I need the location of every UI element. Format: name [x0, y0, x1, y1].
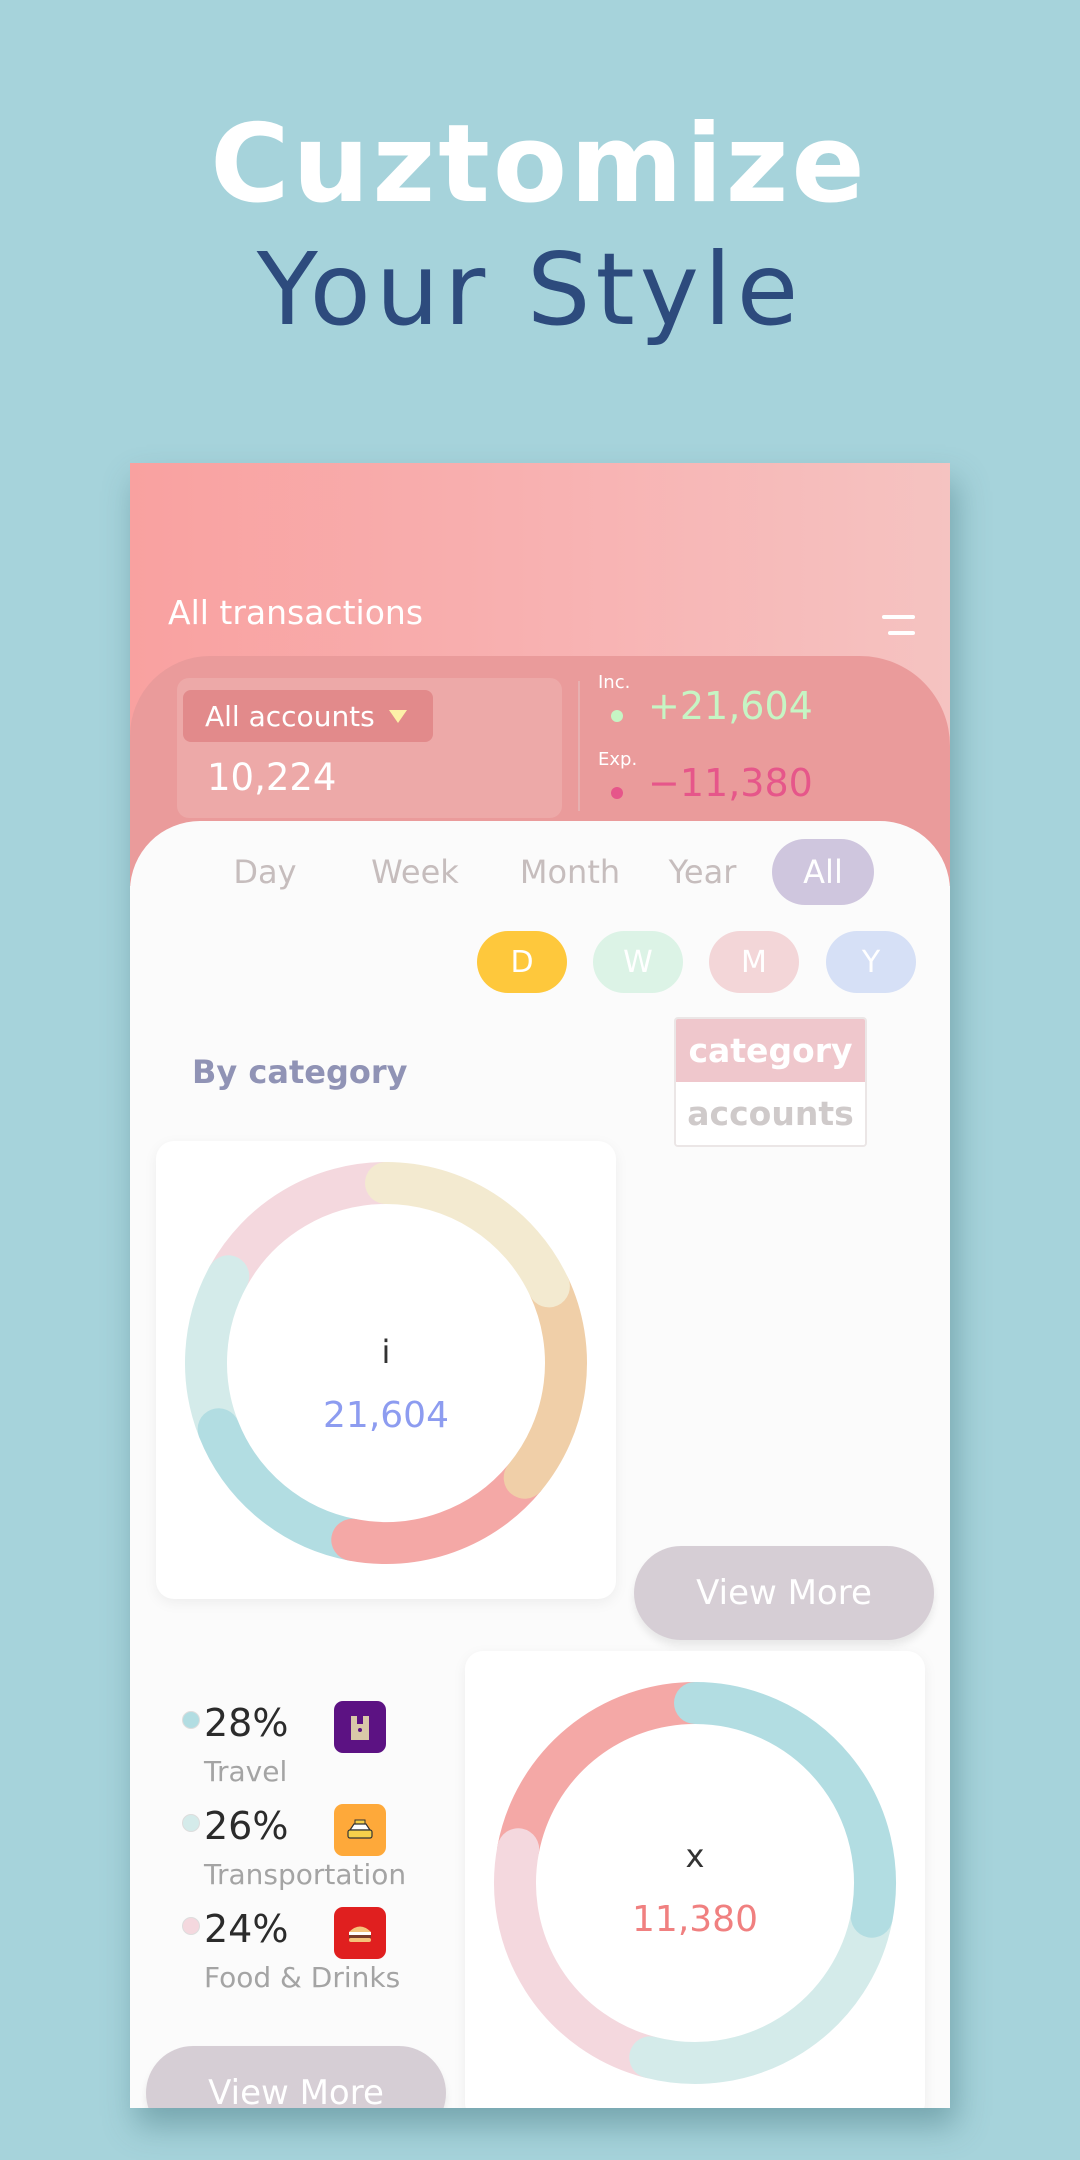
donut-segment-other[interactable] — [497, 1682, 716, 1871]
legend-percent: 28% — [204, 1701, 289, 1745]
income-donut-chart: i 21,604 — [185, 1162, 587, 1564]
legend-percent: 24% — [204, 1907, 289, 1951]
range-tabs: Day Week Month Year All — [190, 839, 910, 909]
account-selector-label: All accounts — [205, 699, 375, 733]
account-balance-box: All accounts 10,224 — [177, 678, 562, 818]
legend-dot-icon — [182, 1917, 200, 1935]
legend-name: Transportation — [204, 1858, 407, 1891]
taxi-icon — [334, 1804, 386, 1856]
promo-heading: Cuztomize Your Style — [0, 100, 1080, 350]
legend-item[interactable]: 26% Transportation — [182, 1804, 482, 1907]
legend-dot-icon — [182, 1814, 200, 1832]
income-label: Inc. — [598, 672, 631, 693]
tab-year[interactable]: Year — [645, 839, 760, 905]
legend-name: Food & Drinks — [204, 1961, 401, 1994]
period-button-m[interactable]: M — [709, 931, 799, 993]
income-dot-icon — [611, 710, 623, 722]
burger-icon — [334, 1907, 386, 1959]
expense-chart-card: x 11,380 — [465, 1651, 925, 2108]
balance-value: 10,224 — [207, 756, 337, 799]
expense-dot-icon — [611, 787, 623, 799]
legend-item[interactable]: 28% Travel — [182, 1701, 482, 1804]
income-summary: Inc. +21,604 — [598, 672, 918, 732]
expense-view-more-button[interactable]: View More — [146, 2046, 446, 2108]
toggle-accounts[interactable]: accounts — [676, 1082, 865, 1145]
donut-segment-salary[interactable] — [365, 1162, 570, 1308]
expense-value: −11,380 — [648, 761, 813, 805]
legend-percent: 26% — [204, 1804, 289, 1848]
tab-all[interactable]: All — [772, 839, 874, 905]
tab-day[interactable]: Day — [190, 839, 340, 905]
app-screen: All transactions All accounts 10,224 Inc… — [130, 463, 950, 2108]
caret-down-icon — [388, 709, 407, 723]
income-total: 21,604 — [323, 1395, 449, 1436]
tab-month[interactable]: Month — [495, 839, 645, 905]
period-buttons: D W M Y — [477, 931, 927, 993]
legend-dot-icon — [182, 1711, 200, 1729]
legend-item[interactable]: 24% Food & Drinks — [182, 1907, 482, 2010]
expense-total: 11,380 — [632, 1899, 758, 1940]
donut-segment-other-1[interactable] — [197, 1408, 374, 1561]
account-selector[interactable]: All accounts — [183, 690, 433, 742]
legend-name: Travel — [204, 1755, 288, 1788]
period-button-d[interactable]: D — [477, 931, 567, 993]
promo-heading-line1: Cuztomize — [210, 102, 868, 227]
page-title: All transactions — [168, 593, 424, 632]
donut-segment-travel[interactable] — [674, 1682, 896, 1938]
tab-week[interactable]: Week — [340, 839, 490, 905]
income-view-more-button[interactable]: View More — [634, 1546, 934, 1640]
income-value: +21,604 — [648, 684, 813, 728]
donut-segment-sales[interactable] — [503, 1265, 587, 1499]
expense-summary: Exp. −11,380 — [598, 749, 918, 809]
donut-segment-interest-money[interactable] — [331, 1456, 546, 1564]
content-card: Day Week Month Year All D W M Y By categ… — [130, 821, 950, 2108]
view-toggle: category accounts — [674, 1017, 867, 1147]
expense-center-symbol: x — [686, 1837, 705, 1875]
landmark-icon — [334, 1701, 386, 1753]
donut-segment-food-drinks[interactable] — [494, 1828, 672, 2079]
donut-segment-other-2[interactable] — [185, 1255, 250, 1451]
period-button-y[interactable]: Y — [826, 931, 916, 993]
section-title: By category — [192, 1053, 408, 1091]
expense-legend: 28% Travel 26% Transportation 24% Food &… — [182, 1701, 482, 2010]
expense-donut-chart: x 11,380 — [494, 1682, 896, 2084]
donut-segment-other-3[interactable] — [207, 1162, 407, 1298]
toggle-category[interactable]: category — [676, 1019, 865, 1082]
income-center-symbol: i — [382, 1333, 391, 1371]
menu-icon[interactable] — [882, 611, 916, 637]
income-chart-card: i 21,604 — [156, 1141, 616, 1599]
period-button-w[interactable]: W — [593, 931, 683, 993]
promo-heading-line2: Your Style — [256, 231, 804, 348]
expense-label: Exp. — [598, 749, 638, 770]
divider — [578, 681, 580, 811]
